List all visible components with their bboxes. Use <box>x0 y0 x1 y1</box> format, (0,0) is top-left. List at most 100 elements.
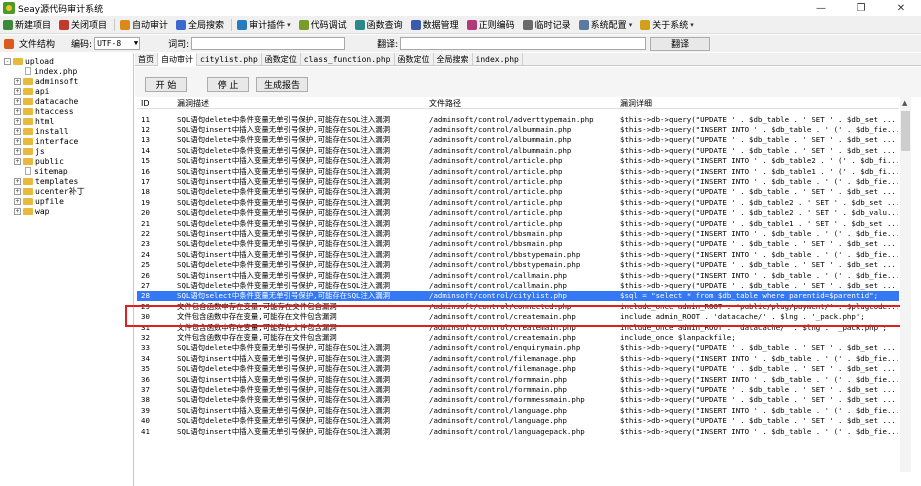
table-row[interactable]: 25 SQL语句delete中条件变量无单引号保护,可能存在SQL注入漏洞/adm… <box>137 260 899 270</box>
table-row[interactable]: 18 SQL语句delete中条件变量无单引号保护,可能存在SQL注入漏洞/adm… <box>137 187 899 197</box>
expand-icon[interactable]: + <box>14 157 21 165</box>
translate-button[interactable]: 翻译 <box>650 36 711 51</box>
vertical-scrollbar[interactable]: ▲ <box>900 97 911 472</box>
column-header-detail[interactable]: 漏洞详细 <box>620 97 652 109</box>
expand-icon[interactable]: + <box>14 207 21 215</box>
tree-node[interactable]: + html <box>14 116 54 126</box>
scrollbar-thumb[interactable] <box>901 111 910 151</box>
table-row[interactable]: 26 SQL语句insert中插入变量无单引号保护,可能存在SQL注入漏洞/adm… <box>137 270 899 280</box>
scroll-up-icon[interactable]: ▲ <box>902 99 907 107</box>
tab-1[interactable]: 自动审计 <box>158 53 197 66</box>
file-structure-label[interactable]: 文件结构 <box>19 37 55 50</box>
table-row[interactable]: 19 SQL语句delete中条件变量无单引号保护,可能存在SQL注入漏洞/adm… <box>137 197 899 207</box>
column-header-id[interactable]: ID <box>141 97 150 109</box>
tree-node[interactable]: - upload <box>4 56 54 66</box>
menu-item-9[interactable]: 临时记录 <box>520 17 574 33</box>
expand-icon[interactable]: + <box>14 117 21 125</box>
word-input[interactable] <box>191 37 346 50</box>
column-header-path[interactable]: 文件路径 <box>429 97 461 109</box>
tree-node[interactable]: + api <box>14 86 49 96</box>
table-row[interactable]: 34 SQL语句insert中插入变量无单引号保护,可能存在SQL注入漏洞/adm… <box>137 353 899 363</box>
tree-node[interactable]: + upfile <box>14 196 64 206</box>
tree-node[interactable]: + install <box>14 126 69 136</box>
expand-icon[interactable]: + <box>14 87 21 95</box>
table-row[interactable]: 35 SQL语句delete中条件变量无单引号保护,可能存在SQL注入漏洞/adm… <box>137 364 899 374</box>
table-row[interactable]: 15 SQL语句insert中插入变量无单引号保护,可能存在SQL注入漏洞/adm… <box>137 156 899 166</box>
tab-2[interactable]: citylist.php <box>197 53 262 66</box>
table-row[interactable]: 41 SQL语句insert中插入变量无单引号保护,可能存在SQL注入漏洞/adm… <box>137 426 899 436</box>
close-button[interactable]: ✕ <box>881 0 921 16</box>
chevron-down-icon[interactable]: ▾ <box>287 21 291 29</box>
expand-icon[interactable]: + <box>14 107 21 115</box>
table-row[interactable]: 20 SQL语句delete中条件变量无单引号保护,可能存在SQL注入漏洞/adm… <box>137 208 899 218</box>
tree-node[interactable]: + interface <box>14 136 78 146</box>
tree-node[interactable]: + wap <box>14 206 49 216</box>
expand-icon[interactable]: + <box>14 197 21 205</box>
chevron-down-icon[interactable]: ▾ <box>690 21 694 29</box>
menu-item-6[interactable]: 函数查询 <box>352 17 406 33</box>
tree-node[interactable]: + datacache <box>14 96 78 106</box>
table-row[interactable]: 22 SQL语句insert中插入变量无单引号保护,可能存在SQL注入漏洞/adm… <box>137 228 899 238</box>
encoding-select[interactable]: UTF-8 ▼ <box>94 37 141 50</box>
menu-item-2[interactable]: 自动审计 <box>117 17 171 33</box>
menu-item-5[interactable]: 代码调试 <box>296 17 350 33</box>
tree-node[interactable]: + htaccess <box>14 106 74 116</box>
tree-node[interactable]: + public <box>14 156 64 166</box>
table-row[interactable]: 21 SQL语句delete中条件变量无单引号保护,可能存在SQL注入漏洞/adm… <box>137 218 899 228</box>
tab-5[interactable]: 函数定位 <box>395 53 434 66</box>
expand-icon[interactable]: + <box>14 127 21 135</box>
menu-item-8[interactable]: 正则编码 <box>464 17 518 33</box>
table-row[interactable]: 27 SQL语句delete中条件变量无单引号保护,可能存在SQL注入漏洞/adm… <box>137 280 899 290</box>
tree-node[interactable]: index.php <box>14 66 77 76</box>
menu-item-0[interactable]: 新建项目 <box>0 17 54 33</box>
table-row[interactable]: 38 SQL语句delete中条件变量无单引号保护,可能存在SQL注入漏洞/adm… <box>137 395 899 405</box>
table-row[interactable]: 37 SQL语句delete中条件变量无单引号保护,可能存在SQL注入漏洞/adm… <box>137 384 899 394</box>
minimize-button[interactable]: — <box>801 0 841 16</box>
table-row[interactable]: 36 SQL语句insert中插入变量无单引号保护,可能存在SQL注入漏洞/adm… <box>137 374 899 384</box>
expand-icon[interactable]: + <box>14 97 21 105</box>
tree-node[interactable]: + ucenter补丁 <box>14 186 85 196</box>
column-header-description[interactable]: 漏洞描述 <box>177 97 209 109</box>
tree-node[interactable]: + js <box>14 146 45 156</box>
expand-icon[interactable]: + <box>14 137 21 145</box>
generate-report-button[interactable]: 生成报告 <box>256 77 308 92</box>
chevron-down-icon[interactable]: ▾ <box>629 21 633 29</box>
menu-item-1[interactable]: 关闭项目 <box>56 17 110 33</box>
tree-node[interactable]: + templates <box>14 176 78 186</box>
tab-7[interactable]: index.php <box>473 53 523 66</box>
collapse-icon[interactable]: - <box>4 57 11 65</box>
table-row[interactable]: 14 SQL语句delete中条件变量无单引号保护,可能存在SQL注入漏洞/adm… <box>137 145 899 155</box>
table-row[interactable]: 24 SQL语句insert中插入变量无单引号保护,可能存在SQL注入漏洞/adm… <box>137 249 899 259</box>
table-row[interactable]: 11 SQL语句delete中条件变量无单引号保护,可能存在SQL注入漏洞/adm… <box>137 114 899 124</box>
tree-node-label: wap <box>35 206 50 216</box>
tree-node[interactable]: + adminsoft <box>14 76 78 86</box>
expand-icon[interactable]: + <box>14 147 21 155</box>
menu-item-10[interactable]: 系统配置 ▾ <box>576 17 636 33</box>
menu-item-3[interactable]: 全局搜索 <box>173 17 227 33</box>
tab-3[interactable]: 函数定位 <box>262 53 301 66</box>
expand-icon[interactable]: + <box>14 177 21 185</box>
table-row[interactable]: 40 SQL语句delete中条件变量无单引号保护,可能存在SQL注入漏洞/adm… <box>137 416 899 426</box>
expand-icon[interactable]: + <box>14 77 21 85</box>
menu-item-7[interactable]: 数据管理 <box>408 17 462 33</box>
table-row[interactable]: 13 SQL语句delete中条件变量无单引号保护,可能存在SQL注入漏洞/adm… <box>137 135 899 145</box>
table-row[interactable]: 32 文件包含函数中存在变量,可能存在文件包含漏洞/adminsoft/contr… <box>137 332 899 342</box>
table-row[interactable]: 12 SQL语句insert中插入变量无单引号保护,可能存在SQL注入漏洞/adm… <box>137 124 899 134</box>
stop-button[interactable]: 停 止 <box>207 77 249 92</box>
maximize-button[interactable]: ❐ <box>841 0 881 16</box>
translate-input[interactable] <box>400 37 647 50</box>
menu-item-11[interactable]: 关于系统 ▾ <box>637 17 697 33</box>
tab-6[interactable]: 全局搜索 <box>434 53 473 66</box>
expand-icon[interactable]: + <box>14 187 21 195</box>
tab-4[interactable]: class_function.php <box>301 53 395 66</box>
table-row[interactable]: 28 SQL语句select中条件变量无单引号保护,可能存在SQL注入漏洞/adm… <box>137 290 899 301</box>
table-row[interactable]: 17 SQL语句insert中插入变量无单引号保护,可能存在SQL注入漏洞/adm… <box>137 176 899 186</box>
table-row[interactable]: 16 SQL语句insert中插入变量无单引号保护,可能存在SQL注入漏洞/adm… <box>137 166 899 176</box>
table-row[interactable]: 33 SQL语句delete中条件变量无单引号保护,可能存在SQL注入漏洞/adm… <box>137 343 899 353</box>
menu-item-4[interactable]: 审计插件 ▾ <box>234 17 294 33</box>
table-row[interactable]: 23 SQL语句delete中条件变量无单引号保护,可能存在SQL注入漏洞/adm… <box>137 239 899 249</box>
tab-0[interactable]: 首页 <box>135 53 158 66</box>
table-row[interactable]: 39 SQL语句insert中插入变量无单引号保护,可能存在SQL注入漏洞/adm… <box>137 405 899 415</box>
start-button[interactable]: 开 始 <box>145 77 187 92</box>
tree-node[interactable]: sitemap <box>14 166 68 176</box>
